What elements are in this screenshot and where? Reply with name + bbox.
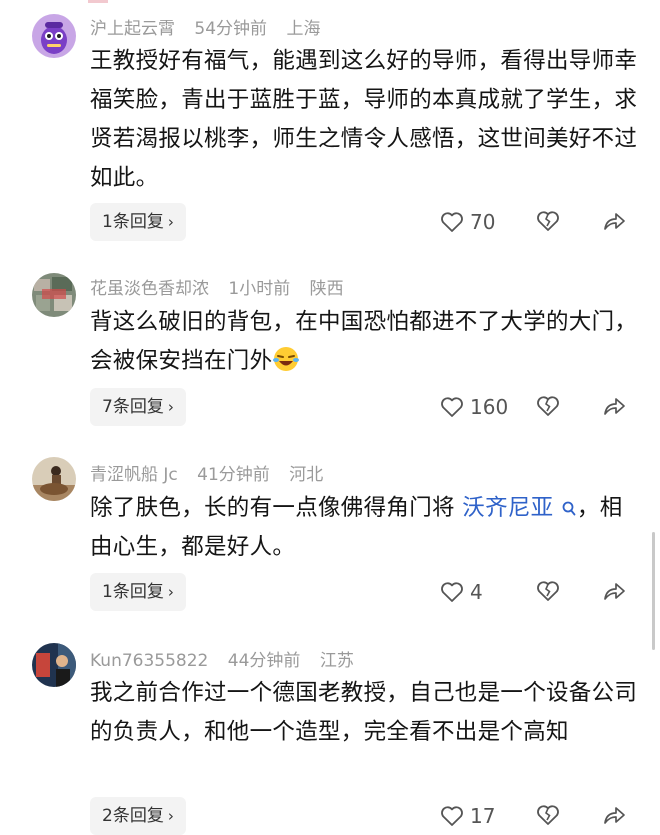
like-button[interactable]: 4 (440, 573, 483, 611)
comment-text: 王教授好有福气，能遇到这么好的导师，看得出导师幸福笑脸，青出于蓝胜于蓝，导师的本… (90, 48, 638, 191)
broken-heart-icon[interactable] (536, 804, 560, 826)
like-button[interactable]: 70 (440, 203, 495, 241)
heart-outline-icon (441, 397, 463, 417)
share-arrow-icon[interactable] (602, 580, 626, 602)
comment-meta: Kun76355822 44分钟前 江苏 (90, 646, 368, 671)
comment-text: 我之前合作过一个德国老教授，自己也是一个设备公司的负责人，和他一个造型，完全看不… (90, 680, 638, 745)
comment-meta: 沪上起云霄 54分钟前 上海 (90, 14, 334, 39)
mention-text: 沃齐尼亚 (462, 495, 554, 521)
share-arrow-icon[interactable] (602, 804, 626, 826)
avatar[interactable] (32, 457, 76, 501)
location: 河北 (289, 465, 324, 485)
username[interactable]: Kun76355822 (90, 651, 208, 671)
avatar[interactable] (32, 643, 76, 687)
share-arrow-icon[interactable] (602, 210, 626, 232)
like-count: 17 (470, 804, 496, 828)
avatar[interactable] (32, 273, 76, 317)
comment-text-before: 除了肤色，长的有一点像佛得角门将 (90, 495, 463, 521)
username[interactable]: 沪上起云霄 (90, 19, 175, 39)
laughing-crying-emoji-icon (273, 347, 300, 371)
scrollbar-thumb[interactable] (652, 532, 655, 650)
search-icon (562, 501, 576, 516)
heart-outline-icon (441, 582, 463, 602)
location: 陕西 (309, 279, 344, 299)
comment-text-content: 背这么破旧的背包，在中国恐怕都进不了大学的大门，会被保安挡在门外 (90, 309, 638, 374)
like-count: 160 (470, 395, 509, 419)
broken-heart-icon[interactable] (536, 395, 560, 417)
username[interactable]: 青涩帆船 Jc (90, 465, 178, 485)
comment-text: 除了肤色，长的有一点像佛得角门将 沃齐尼亚 ，相由心生，都是好人。 (90, 489, 640, 567)
comment-meta: 青涩帆船 Jc 41分钟前 河北 (90, 460, 337, 485)
heart-outline-icon (441, 212, 463, 232)
timestamp: 41分钟前 (197, 465, 270, 485)
comment-actions: 4 (0, 573, 660, 611)
top-edge-strip (88, 0, 108, 3)
timestamp: 1小时前 (228, 279, 291, 299)
avatar[interactable] (32, 14, 76, 58)
like-count: 70 (470, 210, 496, 234)
broken-heart-icon[interactable] (536, 580, 560, 602)
heart-outline-icon (441, 806, 463, 826)
comment-meta: 花虽淡色香却浓 1小时前 陕西 (90, 274, 358, 299)
timestamp: 44分钟前 (227, 651, 301, 671)
username[interactable]: 花虽淡色香却浓 (90, 279, 209, 299)
like-count: 4 (470, 580, 483, 604)
like-button[interactable]: 160 (440, 388, 508, 426)
comment-actions: 17 (0, 797, 660, 835)
broken-heart-icon[interactable] (536, 210, 560, 232)
comment-actions: 160 (0, 388, 660, 426)
comment-actions: 70 (0, 203, 660, 241)
mention-link[interactable]: 沃齐尼亚 (462, 495, 577, 521)
like-button[interactable]: 17 (440, 797, 495, 835)
location: 上海 (286, 19, 321, 39)
share-arrow-icon[interactable] (602, 395, 626, 417)
timestamp: 54分钟前 (194, 19, 268, 39)
comment-text: 背这么破旧的背包，在中国恐怕都进不了大学的大门，会被保安挡在门外 (90, 303, 640, 381)
location: 江苏 (319, 651, 354, 671)
